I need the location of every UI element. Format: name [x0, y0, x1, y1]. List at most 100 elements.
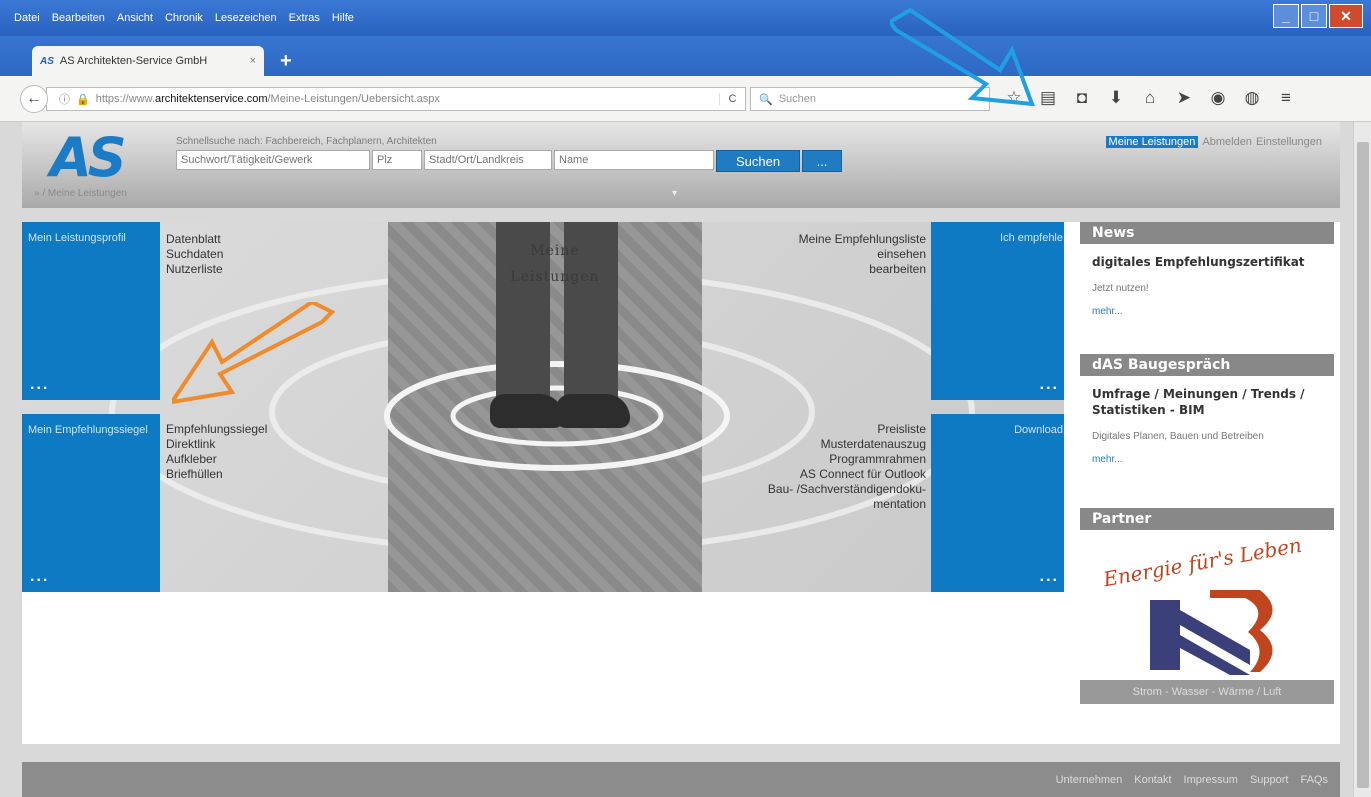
nav-meine-leistungen[interactable]: Meine Leistungen [1105, 136, 1199, 148]
link-musterdatenauszug[interactable]: Musterdatenauszug [768, 437, 926, 452]
header-nav: Meine Leistungen Abmelden Einstellungen [1105, 136, 1322, 148]
tile-title: Ich empfehle [1000, 232, 1063, 244]
site-footer: Unternehmen Kontakt Impressum Support FA… [22, 762, 1340, 797]
link-empfehlungssiegel[interactable]: Empfehlungssiegel [166, 422, 267, 437]
send-icon[interactable]: ➤ [1174, 88, 1194, 108]
sync-icon[interactable]: ◉ [1208, 88, 1228, 108]
more-dots[interactable]: ... [30, 568, 49, 586]
link-suchdaten[interactable]: Suchdaten [166, 247, 223, 262]
menu-datei[interactable]: Datei [14, 12, 40, 24]
link-datenblatt[interactable]: Datenblatt [166, 232, 223, 247]
city-input[interactable] [424, 150, 552, 170]
more-search-button[interactable]: ... [802, 150, 842, 172]
link-as-connect[interactable]: AS Connect für Outlook [768, 467, 926, 482]
news-more-link[interactable]: mehr... [1092, 306, 1322, 317]
baugespraech-box: Umfrage / Meinungen / Trends / Statistik… [1080, 376, 1334, 508]
tab-close-icon[interactable]: × [250, 55, 256, 67]
partner-caption: Strom - Wasser - Wärme / Luft [1080, 680, 1334, 704]
tab-strip: AS AS Architekten-Service GmbH × + [0, 36, 1371, 76]
link-sachverstaendigendoku-cont[interactable]: mentation [768, 497, 926, 512]
reload-icon[interactable]: C [719, 93, 745, 105]
back-button[interactable]: ← [20, 85, 48, 113]
partner-logo[interactable]: Energie für's Leben [1080, 530, 1334, 680]
link-briefhuellen[interactable]: Briefhüllen [166, 467, 267, 482]
footer-faqs[interactable]: FAQs [1300, 774, 1328, 786]
menu-ansicht[interactable]: Ansicht [117, 12, 153, 24]
orange-arrow-icon [172, 302, 336, 405]
tab-as-architekten[interactable]: AS AS Architekten-Service GmbH × [32, 46, 264, 76]
menu-bearbeiten[interactable]: Bearbeiten [52, 12, 105, 24]
name-input[interactable] [554, 150, 714, 170]
minimize-button[interactable]: _ [1273, 4, 1299, 28]
more-dots[interactable]: ... [1040, 568, 1059, 586]
partner-emblem [1150, 590, 1273, 675]
menu-icon[interactable]: ≡ [1276, 88, 1296, 108]
keyword-input[interactable] [176, 150, 370, 170]
link-nutzerliste[interactable]: Nutzerliste [166, 262, 223, 277]
zip-input[interactable] [372, 150, 422, 170]
scrollbar-thumb[interactable] [1357, 142, 1369, 788]
baugespraech-title[interactable]: Umfrage / Meinungen / Trends / Statistik… [1092, 386, 1322, 418]
tile-title: Mein Leistungsprofil [28, 232, 126, 244]
seal-links: Empfehlungssiegel Direktlink Aufkleber B… [166, 422, 267, 482]
tile-leistungsprofil[interactable]: Mein Leistungsprofil ... [22, 222, 160, 400]
lock-icon[interactable]: 🔒 [76, 93, 90, 106]
tile-title: Mein Empfehlungssiegel [28, 424, 148, 436]
more-dots[interactable]: ... [1040, 376, 1059, 394]
baugespraech-text: Digitales Planen, Bauen und Betreiben [1092, 431, 1264, 442]
web-page: AS Schnellsuche nach: Fachbereich, Fachp… [0, 7, 1353, 797]
window-controls: _ □ ✕ [1273, 4, 1363, 28]
nav-abmelden[interactable]: Abmelden [1202, 136, 1252, 148]
link-einsehen[interactable]: einsehen [799, 247, 926, 262]
chat-icon[interactable]: ◍ [1242, 88, 1262, 108]
reading-list-icon[interactable]: ▤ [1038, 88, 1058, 108]
tile-ich-empfehle[interactable]: Ich empfehle ... [931, 222, 1064, 400]
new-tab-button[interactable]: + [280, 50, 292, 73]
maximize-button[interactable]: □ [1301, 4, 1327, 28]
main-content: Meine Leistungen Mein Leistungsprofil ..… [22, 222, 1340, 744]
stage-title: Meine Leistungen [510, 243, 600, 285]
menu-chronik[interactable]: Chronik [165, 12, 203, 24]
nav-einstellungen[interactable]: Einstellungen [1256, 136, 1322, 148]
link-direktlink[interactable]: Direktlink [166, 437, 267, 452]
as-logo[interactable]: AS [50, 130, 158, 186]
url-text: https://www.architektenservice.com/Meine… [95, 93, 440, 105]
footer-unternehmen[interactable]: Unternehmen [1056, 774, 1123, 786]
pocket-icon[interactable]: ◘ [1072, 88, 1092, 108]
site-favicon-icon: AS [40, 55, 54, 67]
header-expand-icon[interactable]: ▾ [672, 188, 677, 199]
download-icon[interactable]: ⬇ [1106, 88, 1126, 108]
menu-hilfe[interactable]: Hilfe [332, 12, 354, 24]
news-heading: News [1080, 222, 1334, 244]
navigation-bar: ⓘ 🔒 https://www.architektenservice.com/M… [0, 76, 1371, 122]
tile-empfehlungssiegel[interactable]: Mein Empfehlungssiegel ... [22, 414, 160, 592]
sidebar: News digitales Empfehlungszertifikat Jet… [1080, 222, 1334, 704]
footer-support[interactable]: Support [1250, 774, 1289, 786]
link-preisliste[interactable]: Preisliste [768, 422, 926, 437]
link-programmrahmen[interactable]: Programmrahmen [768, 452, 926, 467]
footer-impressum[interactable]: Impressum [1184, 774, 1238, 786]
info-icon[interactable]: ⓘ [59, 91, 70, 107]
link-empfehlungsliste[interactable]: Meine Empfehlungsliste [799, 232, 926, 247]
link-bearbeiten[interactable]: bearbeiten [799, 262, 926, 277]
search-button[interactable]: Suchen [716, 150, 800, 172]
close-window-button[interactable]: ✕ [1329, 4, 1363, 28]
menu-lesezeichen[interactable]: Lesezeichen [215, 12, 277, 24]
partner-heading: Partner [1080, 508, 1334, 530]
toolbar-icons: ☆ ▤ ◘ ⬇ ⌂ ➤ ◉ ◍ ≡ [1004, 88, 1296, 108]
tab-title: AS Architekten-Service GmbH [59, 55, 208, 67]
footer-kontakt[interactable]: Kontakt [1134, 774, 1171, 786]
more-dots[interactable]: ... [30, 376, 49, 394]
link-sachverstaendigendoku[interactable]: Bau- /Sachverständigendoku- [768, 482, 926, 497]
menu-extras[interactable]: Extras [289, 12, 320, 24]
search-icon: 🔍 [759, 93, 773, 106]
baugespraech-more-link[interactable]: mehr... [1092, 454, 1322, 465]
profile-links: Datenblatt Suchdaten Nutzerliste [166, 232, 223, 277]
home-icon[interactable]: ⌂ [1140, 88, 1160, 108]
url-bar[interactable]: ⓘ 🔒 https://www.architektenservice.com/M… [46, 87, 746, 111]
tile-download[interactable]: Download ... [931, 414, 1064, 592]
news-title[interactable]: digitales Empfehlungszertifikat [1092, 254, 1322, 270]
page-scrollbar[interactable] [1353, 122, 1371, 797]
breadcrumb[interactable]: » / Meine Leistungen [34, 188, 127, 199]
link-aufkleber[interactable]: Aufkleber [166, 452, 267, 467]
